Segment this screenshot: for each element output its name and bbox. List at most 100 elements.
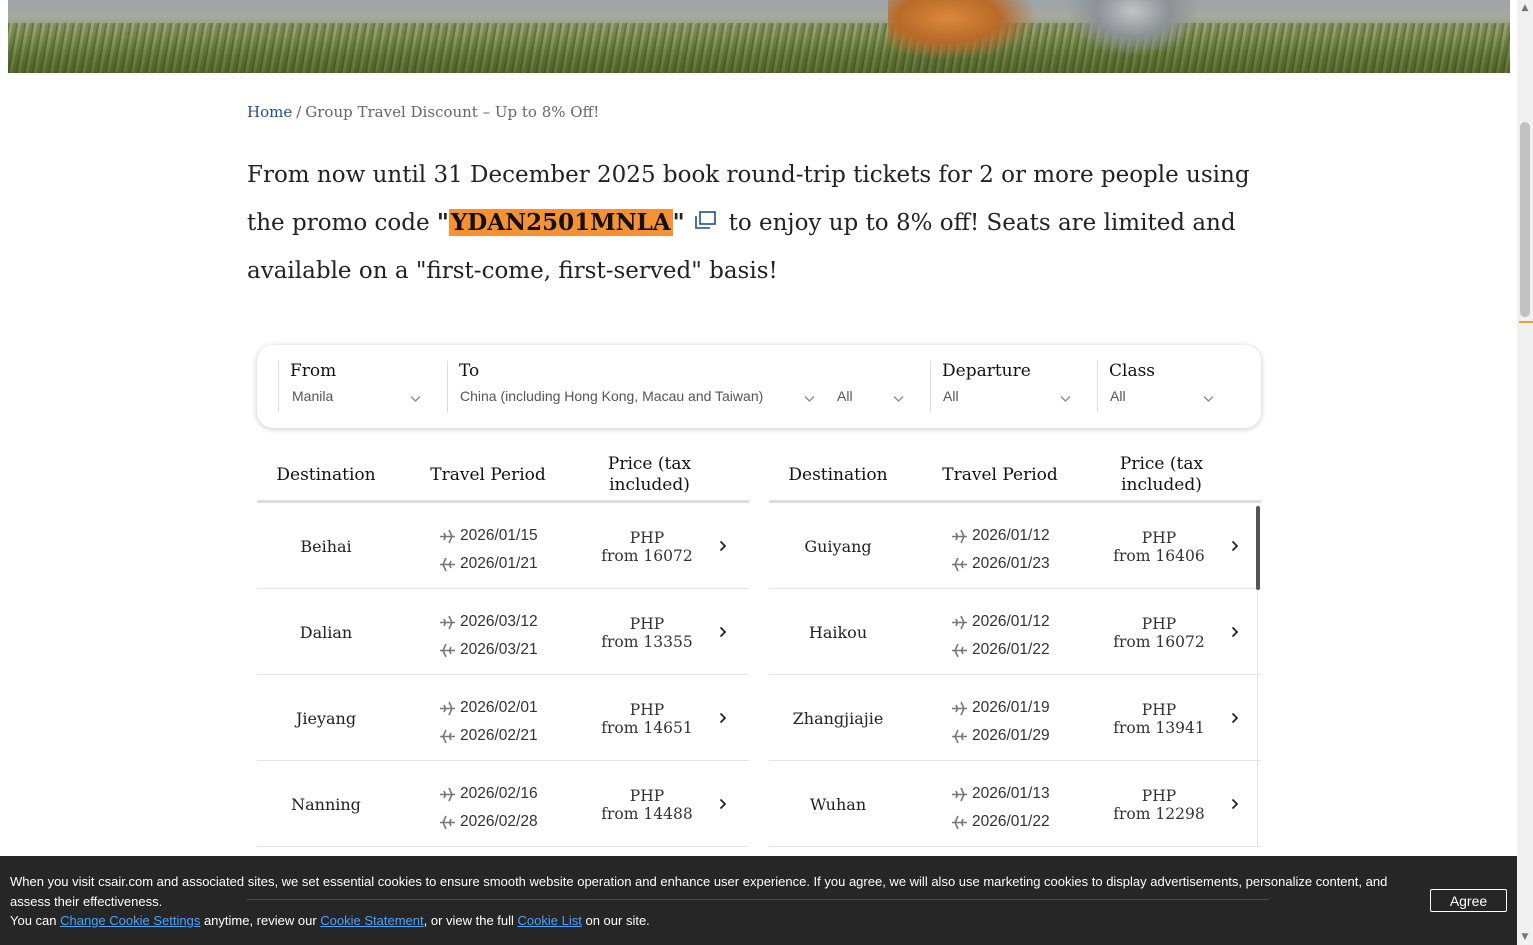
cookie-settings-link[interactable]: Change Cookie Settings bbox=[60, 913, 200, 928]
table-row[interactable]: Jieyang 2026/02/01 2026/02/21 PHP from 14651 bbox=[257, 675, 749, 761]
class-value: All bbox=[1110, 388, 1126, 404]
to-select[interactable]: To China (including Hong Kong, Macau and… bbox=[447, 361, 815, 413]
cookie-agree-button[interactable]: Agree bbox=[1430, 889, 1507, 912]
departure-label: Departure bbox=[942, 361, 1031, 381]
row-travel-period: 2026/02/16 2026/02/28 bbox=[439, 780, 538, 836]
table-right-border bbox=[1257, 590, 1258, 848]
table-row[interactable]: Beihai 2026/01/15 2026/01/21 PHP from 16072 bbox=[257, 503, 749, 589]
departure-value: All bbox=[943, 388, 959, 404]
breadcrumb-separator: / bbox=[296, 103, 302, 121]
row-currency: PHP bbox=[629, 787, 665, 805]
row-travel-period: 2026/01/13 2026/01/22 bbox=[951, 780, 1050, 836]
chevron-right-icon bbox=[1231, 540, 1239, 552]
table-body-right: Guiyang 2026/01/12 2026/01/23 PHP from 16406… bbox=[769, 503, 1261, 847]
header-travel-period: Travel Period bbox=[942, 464, 1058, 485]
breadcrumb-home-link[interactable]: Home bbox=[247, 103, 292, 121]
route-filter-bar: From Manila To China (including Hong Kon… bbox=[257, 345, 1261, 428]
promo-code[interactable]: YDAN2501MNLA bbox=[448, 209, 673, 236]
chevron-right-icon bbox=[1231, 626, 1239, 638]
row-depart-date: 2026/02/01 bbox=[460, 699, 538, 716]
chevron-right-icon bbox=[719, 540, 727, 552]
table-row[interactable]: Haikou 2026/01/12 2026/01/22 PHP from 16072 bbox=[769, 589, 1261, 675]
return-plane-icon bbox=[440, 643, 455, 657]
table-row[interactable]: Nanning 2026/02/16 2026/02/28 PHP from 14488 bbox=[257, 761, 749, 847]
cookie-text-part: You can bbox=[10, 913, 61, 928]
return-plane-icon bbox=[952, 729, 967, 743]
chevron-down-icon bbox=[1203, 396, 1214, 402]
class-select[interactable]: Class All bbox=[1097, 361, 1247, 413]
from-select[interactable]: From Manila bbox=[278, 361, 447, 413]
chevron-right-icon bbox=[1231, 712, 1239, 724]
row-destination: Beihai bbox=[300, 536, 352, 556]
table-scroll-indicator[interactable] bbox=[1256, 506, 1260, 590]
row-depart-date: 2026/03/12 bbox=[460, 613, 538, 630]
chevron-down-icon bbox=[1060, 396, 1071, 402]
row-destination: Jieyang bbox=[295, 708, 357, 728]
page-scrollbar-marker bbox=[1519, 321, 1533, 323]
hero-banner-image bbox=[8, 0, 1510, 73]
promo-description: From now until 31 December 2025 book rou… bbox=[247, 151, 1257, 295]
header-price: Price (tax included) bbox=[1119, 454, 1204, 495]
row-currency: PHP bbox=[1141, 529, 1177, 547]
row-price: PHP from 13355 bbox=[587, 615, 707, 651]
departure-plane-icon bbox=[952, 701, 967, 715]
fares-table-right: Destination Travel Period Price (tax inc… bbox=[769, 447, 1261, 847]
fares-table-left: Destination Travel Period Price (tax inc… bbox=[257, 447, 749, 847]
row-travel-period: 2026/01/12 2026/01/23 bbox=[951, 522, 1050, 578]
header-destination: Destination bbox=[788, 464, 888, 485]
cookie-banner: When you visit csair.com and associated … bbox=[0, 856, 1517, 945]
return-plane-icon bbox=[440, 815, 455, 829]
departure-plane-icon bbox=[952, 787, 967, 801]
row-travel-period: 2026/01/12 2026/01/22 bbox=[951, 608, 1050, 664]
to-sub-select[interactable]: All bbox=[813, 361, 929, 413]
row-destination: Guiyang bbox=[804, 536, 872, 556]
row-return-date: 2026/03/21 bbox=[460, 641, 538, 658]
departure-select[interactable]: Departure All bbox=[930, 361, 1097, 413]
table-row[interactable]: Dalian 2026/03/12 2026/03/21 PHP from 13355 bbox=[257, 589, 749, 675]
header-price: Price (tax included) bbox=[607, 454, 692, 495]
row-return-date: 2026/02/28 bbox=[460, 813, 538, 830]
row-depart-date: 2026/01/12 bbox=[972, 613, 1050, 630]
row-destination: Nanning bbox=[291, 794, 361, 814]
to-sub-value: All bbox=[837, 388, 853, 404]
cookie-message: When you visit csair.com and associated … bbox=[10, 874, 1388, 909]
table-row[interactable]: Zhangjiajie 2026/01/19 2026/01/29 PHP from 1… bbox=[769, 675, 1261, 761]
cookie-statement-link[interactable]: Cookie Statement bbox=[320, 913, 423, 928]
hero-chair-2 bbox=[1068, 0, 1198, 55]
chevron-right-icon bbox=[719, 712, 727, 724]
from-value: Manila bbox=[292, 388, 334, 404]
row-return-date: 2026/01/22 bbox=[972, 813, 1050, 830]
row-currency: PHP bbox=[629, 701, 665, 719]
to-label: To bbox=[459, 361, 480, 381]
cookie-text-part: anytime, review our bbox=[200, 913, 321, 928]
row-price-value: from 14488 bbox=[601, 805, 693, 823]
table-row[interactable]: Wuhan 2026/01/13 2026/01/22 PHP from 12298 bbox=[769, 761, 1261, 847]
cookie-list-link[interactable]: Cookie List bbox=[518, 913, 582, 928]
departure-plane-icon bbox=[440, 787, 455, 801]
hero-grass bbox=[8, 23, 1510, 73]
row-price-value: from 14651 bbox=[601, 719, 693, 737]
row-currency: PHP bbox=[629, 529, 665, 547]
cookie-text-part: on our site. bbox=[581, 913, 650, 928]
row-price-value: from 16072 bbox=[1113, 633, 1205, 651]
promo-quote-open: " bbox=[436, 209, 449, 236]
row-depart-date: 2026/01/12 bbox=[972, 527, 1050, 544]
table-row[interactable]: Guiyang 2026/01/12 2026/01/23 PHP from 16406 bbox=[769, 503, 1261, 589]
from-label: From bbox=[290, 361, 337, 381]
departure-plane-icon bbox=[952, 615, 967, 629]
scroll-up-arrow-icon[interactable]: ▲ bbox=[1520, 3, 1530, 13]
row-depart-date: 2026/01/13 bbox=[972, 785, 1050, 802]
chevron-right-icon bbox=[719, 626, 727, 638]
row-price: PHP from 12298 bbox=[1099, 787, 1219, 823]
chevron-down-icon bbox=[410, 396, 421, 402]
copy-icon[interactable] bbox=[693, 210, 717, 232]
row-price-value: from 16072 bbox=[601, 547, 693, 565]
row-destination: Wuhan bbox=[809, 794, 867, 814]
scroll-down-arrow-icon[interactable]: ▼ bbox=[1520, 932, 1530, 942]
to-value: China (including Hong Kong, Macau and Ta… bbox=[460, 388, 764, 404]
row-return-date: 2026/01/29 bbox=[972, 727, 1050, 744]
page-scrollbar-thumb[interactable] bbox=[1520, 122, 1530, 317]
cookie-options-text: You can Change Cookie Settings anytime, … bbox=[10, 911, 650, 931]
table-header: Destination Travel Period Price (tax inc… bbox=[769, 447, 1261, 503]
header-travel-period: Travel Period bbox=[430, 464, 546, 485]
